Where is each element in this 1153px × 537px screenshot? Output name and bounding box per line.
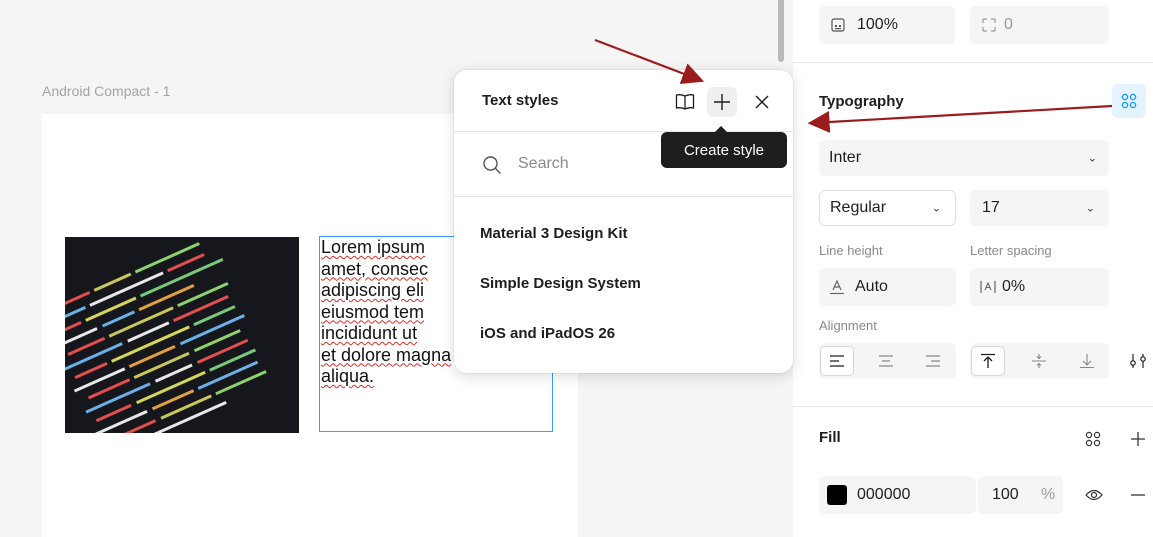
- alignment-label: Alignment: [819, 318, 877, 333]
- letter-spacing-value: 0%: [1002, 278, 1026, 295]
- create-style-button[interactable]: [707, 87, 737, 117]
- chevron-down-icon: ⌄: [931, 202, 941, 215]
- font-weight-select[interactable]: Regular ⌄: [819, 190, 956, 226]
- line-height-field[interactable]: Auto: [819, 268, 956, 306]
- text-styles-button[interactable]: [1112, 84, 1146, 118]
- search-placeholder: Search: [518, 155, 569, 172]
- text-line-3: adipiscing eli: [321, 280, 425, 300]
- align-bottom-button[interactable]: [1070, 346, 1104, 376]
- library-button[interactable]: [670, 87, 700, 117]
- opacity-icon: [831, 18, 845, 32]
- properties-panel: 100% 0 Typography Inter ⌄ Regular ⌄ 17 ⌄…: [793, 0, 1153, 537]
- fill-hex-value: 000000: [857, 486, 911, 503]
- minus-icon: [1130, 493, 1146, 497]
- chevron-down-icon: ⌄: [1085, 202, 1095, 215]
- fill-opacity-field[interactable]: 100 %: [978, 476, 1063, 514]
- text-line-1: Lorem ipsum: [321, 237, 426, 257]
- align-right-button[interactable]: [916, 346, 950, 376]
- corner-radius-icon: [982, 18, 996, 32]
- fill-color-field[interactable]: 000000: [819, 476, 976, 514]
- typography-title: Typography: [819, 93, 904, 110]
- opacity-field[interactable]: 100%: [819, 6, 955, 44]
- search-icon: [482, 155, 502, 175]
- align-center-button[interactable]: [869, 346, 903, 376]
- font-size-value: 17: [982, 199, 1000, 216]
- text-styles-popup: Text styles Search Material 3 Design Kit…: [454, 70, 793, 373]
- corner-radius-value: 0: [1004, 16, 1013, 33]
- font-weight-value: Regular: [830, 199, 887, 216]
- close-icon: [754, 94, 770, 110]
- font-family-value: Inter: [829, 149, 862, 166]
- chevron-down-icon: ⌄: [1087, 152, 1097, 165]
- remove-fill-button[interactable]: [1127, 484, 1149, 506]
- popup-title: Text styles: [482, 92, 559, 109]
- opacity-value: 100%: [857, 16, 898, 33]
- align-center-icon: [878, 354, 894, 368]
- text-line-7: aliqua.: [321, 366, 375, 386]
- add-fill-button[interactable]: [1127, 428, 1149, 450]
- line-height-icon: [829, 279, 845, 295]
- align-left-icon: [829, 354, 845, 368]
- type-settings-icon: [1129, 353, 1147, 369]
- letter-spacing-field[interactable]: 0%: [970, 268, 1109, 306]
- text-line-4: eiusmod tem: [321, 301, 425, 322]
- line-height-value: Auto: [855, 278, 888, 295]
- styles-grid-icon: [1121, 93, 1137, 109]
- eye-icon: [1085, 488, 1103, 502]
- library-item-material-3[interactable]: Material 3 Design Kit: [480, 225, 628, 242]
- library-item-ios-ipados[interactable]: iOS and iPadOS 26: [480, 325, 615, 342]
- align-top-button[interactable]: [971, 346, 1005, 376]
- align-right-icon: [925, 354, 941, 368]
- type-settings-button[interactable]: [1126, 349, 1150, 373]
- vertical-alignment-group: [970, 343, 1109, 379]
- library-item-simple-design-system[interactable]: Simple Design System: [480, 275, 641, 292]
- align-middle-icon: [1031, 353, 1047, 369]
- create-style-tooltip: Create style: [661, 132, 787, 168]
- align-top-icon: [980, 353, 996, 369]
- popup-divider: [454, 196, 793, 197]
- text-line-2: amet, consec: [321, 258, 429, 279]
- close-popup-button[interactable]: [747, 87, 777, 117]
- letter-spacing-label: Letter spacing: [970, 243, 1052, 258]
- fill-opacity-unit: %: [1041, 486, 1056, 503]
- fill-opacity-value: 100: [992, 486, 1019, 503]
- font-family-select[interactable]: Inter ⌄: [819, 140, 1109, 176]
- fill-styles-button[interactable]: [1082, 428, 1104, 450]
- code-screenshot-image[interactable]: [65, 237, 299, 433]
- horizontal-alignment-group: [819, 343, 956, 379]
- text-line-6: et dolore magna: [321, 344, 452, 365]
- font-size-select[interactable]: 17 ⌄: [970, 190, 1109, 226]
- frame-label[interactable]: Android Compact - 1: [42, 83, 170, 99]
- plus-icon: [1130, 431, 1146, 447]
- panel-divider: [793, 62, 1153, 63]
- styles-grid-icon: [1085, 431, 1101, 447]
- align-middle-button[interactable]: [1022, 346, 1056, 376]
- toggle-fill-visibility-button[interactable]: [1083, 484, 1105, 506]
- letter-spacing-icon: [980, 279, 996, 295]
- align-bottom-icon: [1079, 353, 1095, 369]
- book-icon: [675, 93, 695, 111]
- fill-color-swatch[interactable]: [827, 485, 847, 505]
- text-line-5: incididunt ut: [321, 323, 418, 343]
- align-left-button[interactable]: [820, 346, 854, 376]
- line-height-label: Line height: [819, 243, 883, 258]
- corner-radius-field[interactable]: 0: [970, 6, 1109, 44]
- panel-divider: [793, 406, 1153, 407]
- fill-title: Fill: [819, 429, 841, 446]
- canvas-scroll-handle[interactable]: [778, 0, 784, 62]
- plus-icon: [713, 93, 731, 111]
